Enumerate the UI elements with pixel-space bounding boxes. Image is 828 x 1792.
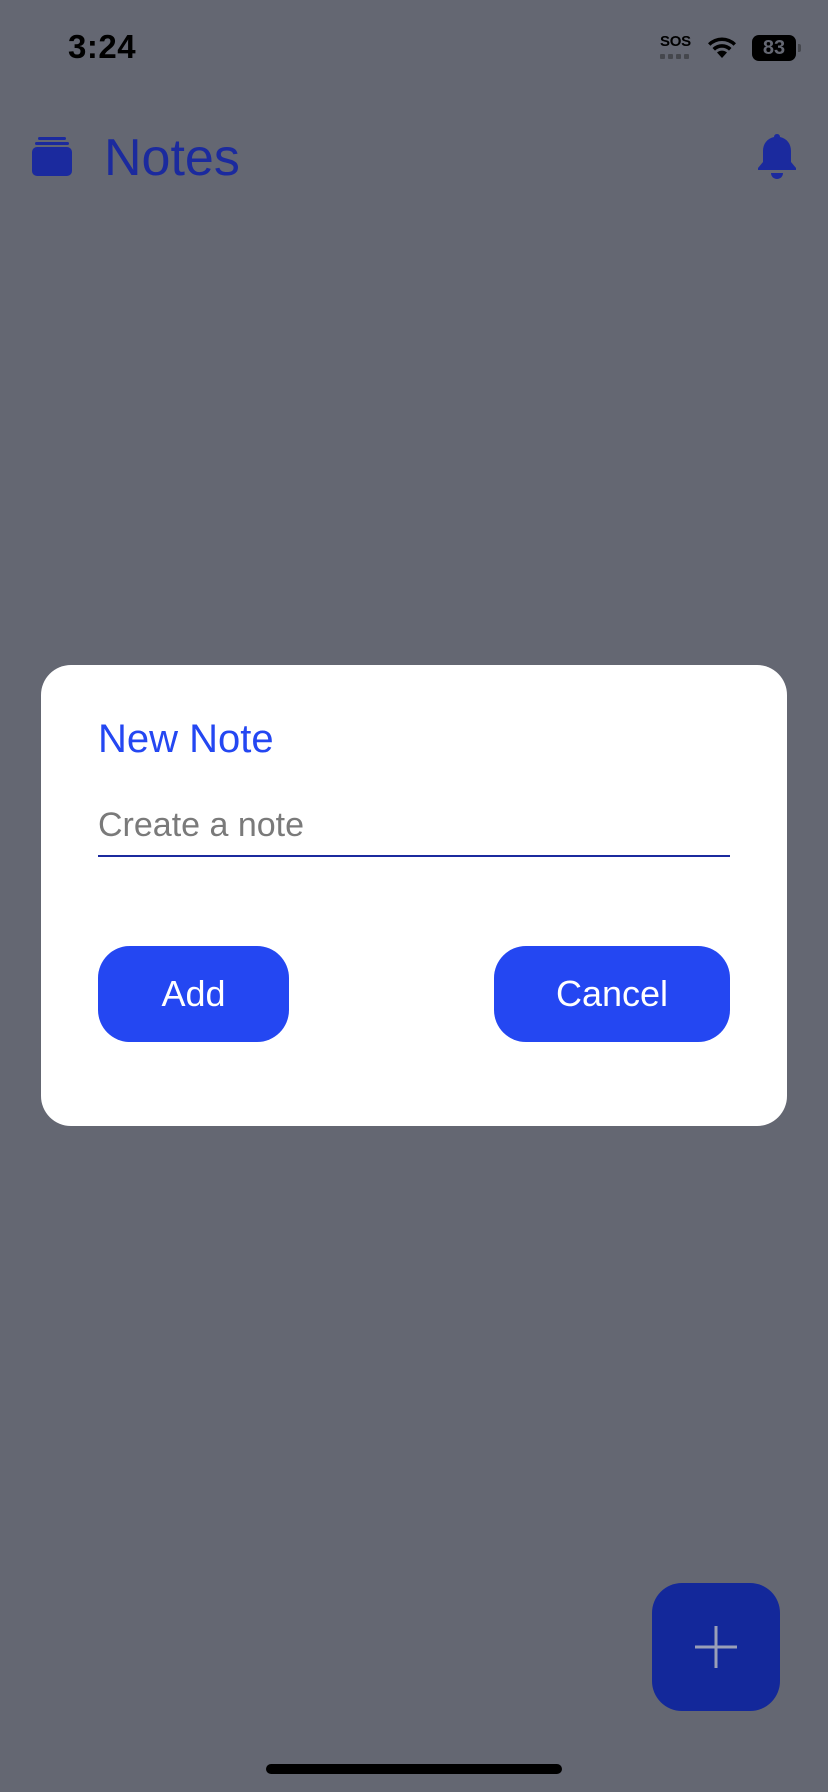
sos-indicator: SOS: [660, 34, 692, 62]
note-input[interactable]: [98, 795, 730, 857]
bell-icon[interactable]: [756, 132, 798, 180]
sos-signal-dots: [660, 54, 689, 59]
add-button[interactable]: Add: [98, 946, 289, 1042]
battery-indicator: 83: [752, 35, 801, 61]
home-indicator[interactable]: [266, 1764, 562, 1774]
status-time: 3:24: [68, 28, 137, 65]
dialog-title: New Note: [98, 717, 274, 761]
battery-nub: [798, 44, 801, 52]
notes-stack-icon: [32, 137, 72, 176]
add-note-fab[interactable]: [652, 1583, 780, 1711]
new-note-dialog: New Note Add Cancel: [41, 665, 787, 1126]
page-title: Notes: [104, 129, 240, 187]
battery-level: 83: [762, 37, 786, 59]
app-header: Notes: [0, 110, 828, 210]
plus-icon: [695, 1626, 737, 1668]
cancel-button[interactable]: Cancel: [494, 946, 730, 1042]
wifi-icon: [708, 37, 736, 58]
status-indicators: SOS 83: [660, 34, 801, 62]
status-bar: 3:24 SOS 83: [0, 0, 828, 100]
sos-label: SOS: [660, 33, 691, 50]
